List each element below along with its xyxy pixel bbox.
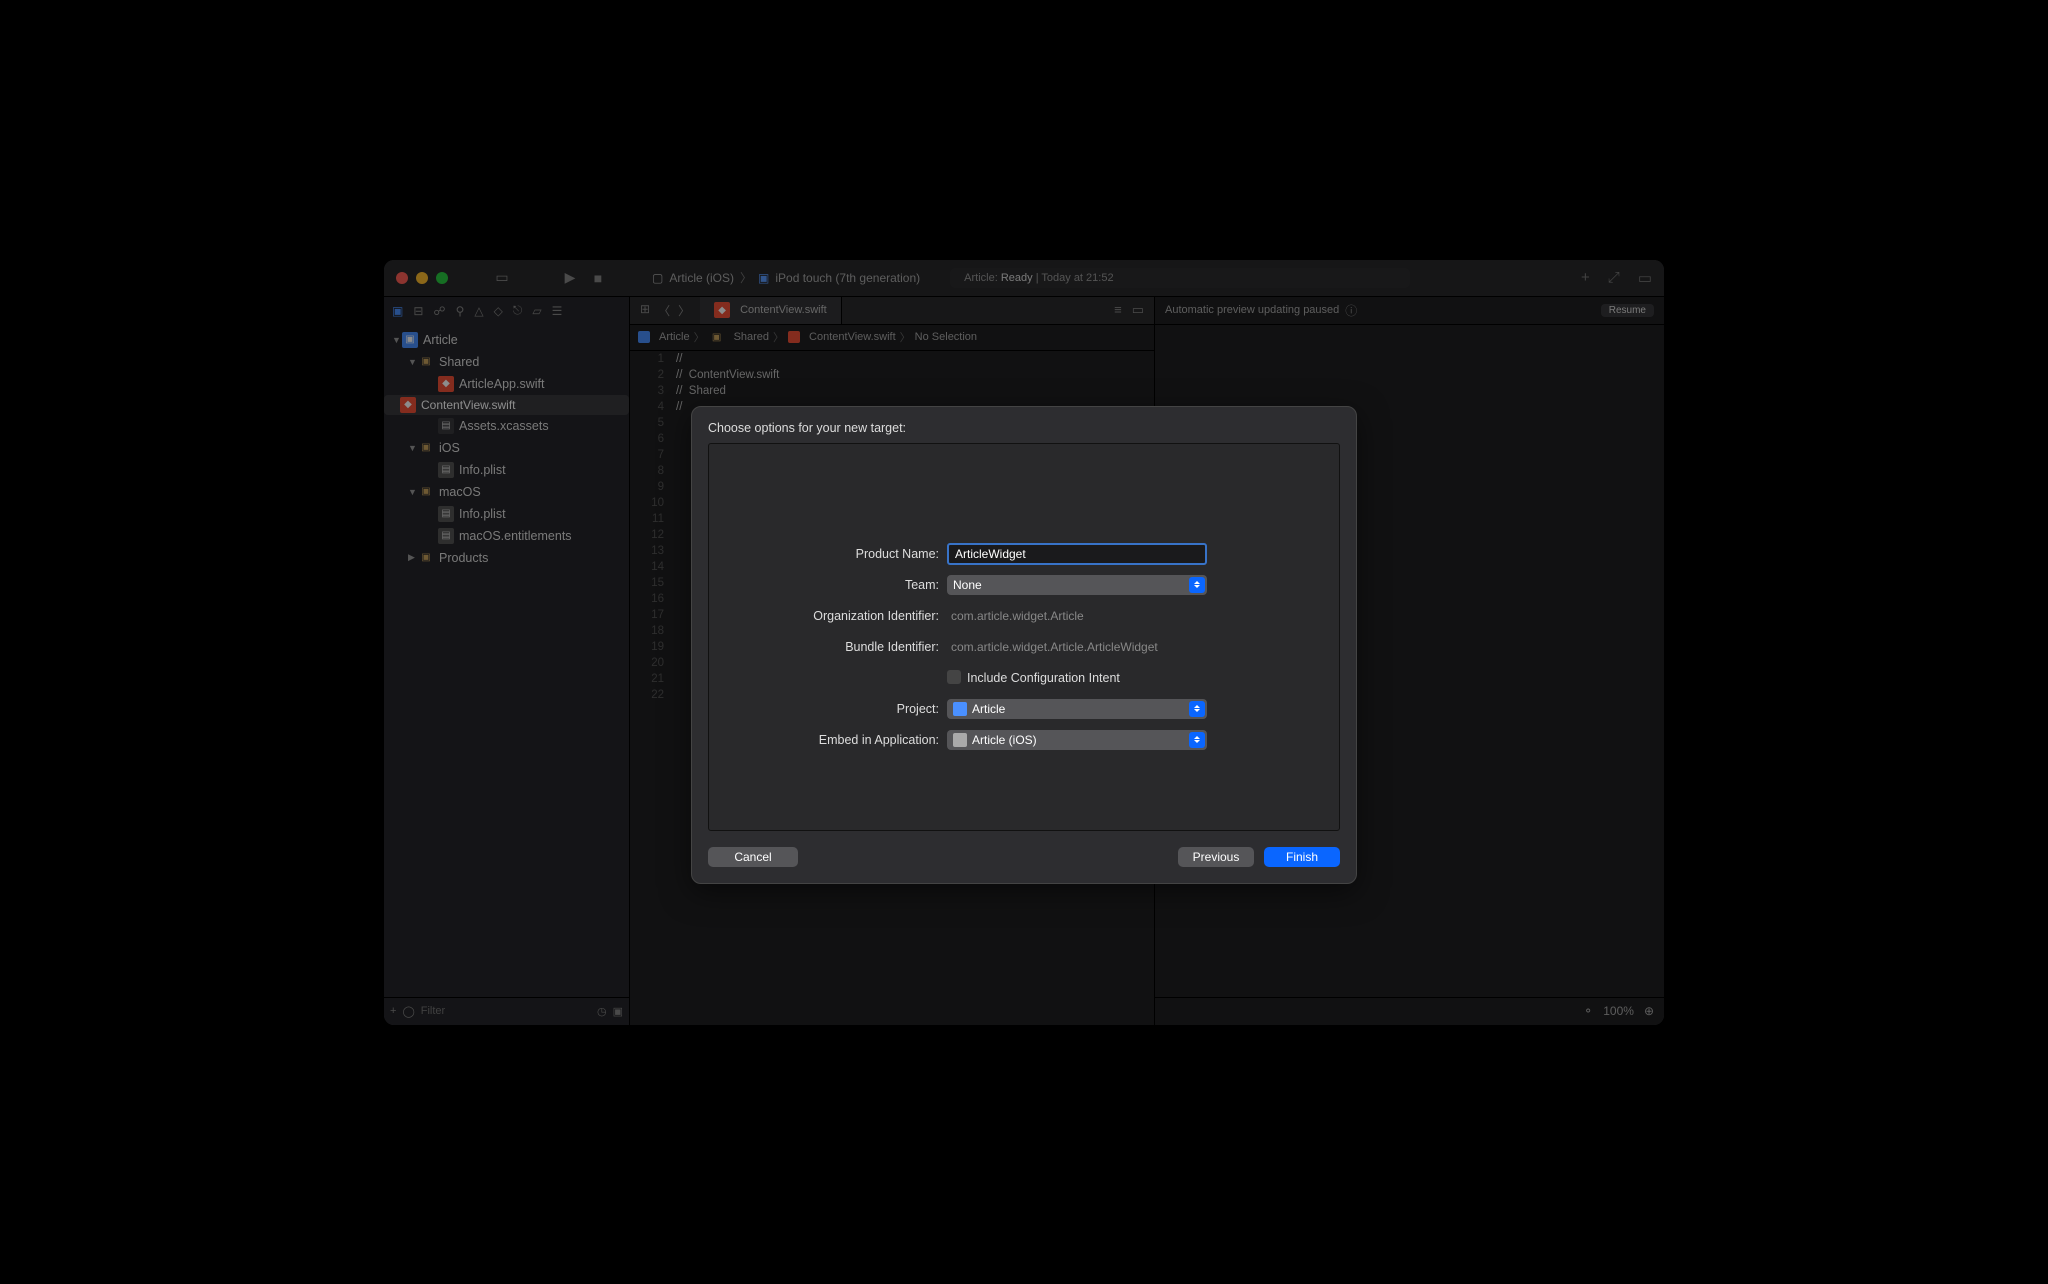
cancel-button[interactable]: Cancel bbox=[708, 847, 798, 867]
project-icon bbox=[953, 702, 967, 716]
chevron-updown-icon bbox=[1189, 732, 1205, 748]
chevron-updown-icon bbox=[1189, 577, 1205, 593]
sheet-title: Choose options for your new target: bbox=[692, 407, 1356, 443]
embed-label: Embed in Application: bbox=[709, 733, 947, 747]
xcode-window: ▭ ▶ ■ ▢ Article (iOS) 〉 ▣ iPod touch (7t… bbox=[384, 260, 1664, 1025]
bundle-id-label: Bundle Identifier: bbox=[709, 640, 947, 654]
intent-label: Include Configuration Intent bbox=[967, 671, 1120, 685]
org-id-label: Organization Identifier: bbox=[709, 609, 947, 623]
sheet-button-row: Cancel Previous Finish bbox=[692, 831, 1356, 883]
bundle-id-value: com.article.widget.Article.ArticleWidget bbox=[947, 640, 1207, 654]
finish-button[interactable]: Finish bbox=[1264, 847, 1340, 867]
project-select[interactable]: Article bbox=[947, 699, 1207, 719]
team-select[interactable]: None bbox=[947, 575, 1207, 595]
new-target-sheet: Choose options for your new target: Prod… bbox=[691, 406, 1357, 884]
intent-checkbox[interactable] bbox=[947, 670, 961, 684]
embed-select[interactable]: Article (iOS) bbox=[947, 730, 1207, 750]
team-label: Team: bbox=[709, 578, 947, 592]
org-id-value: com.article.widget.Article bbox=[947, 609, 1207, 623]
form-panel: Product Name: Team: None Organization Id… bbox=[708, 443, 1340, 831]
project-label: Project: bbox=[709, 702, 947, 716]
chevron-updown-icon bbox=[1189, 701, 1205, 717]
previous-button[interactable]: Previous bbox=[1178, 847, 1254, 867]
product-name-label: Product Name: bbox=[709, 547, 947, 561]
app-icon bbox=[953, 733, 967, 747]
product-name-input[interactable] bbox=[947, 543, 1207, 565]
